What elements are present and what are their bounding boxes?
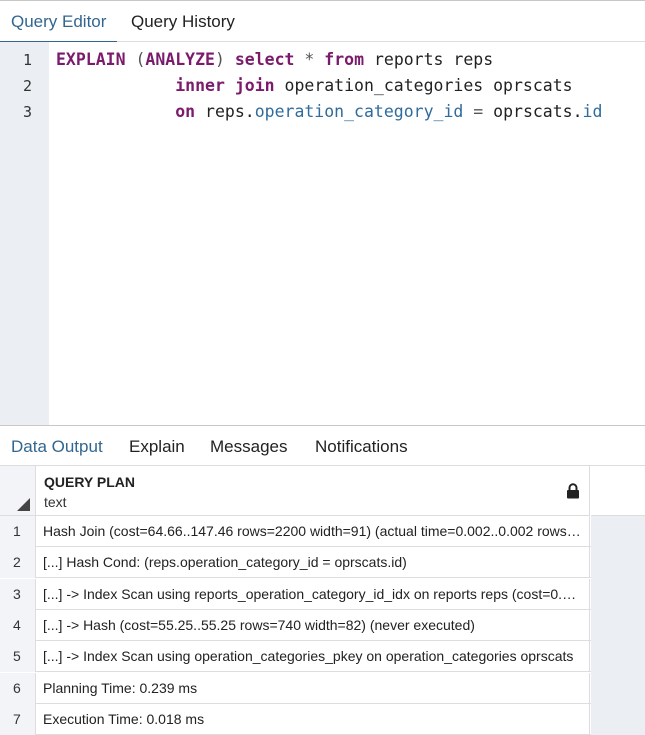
row-number[interactable]: 3 bbox=[0, 578, 36, 610]
tab-query-history[interactable]: Query History bbox=[131, 1, 235, 42]
code-token: reports reps bbox=[364, 50, 494, 69]
grid-empty-area bbox=[591, 516, 645, 735]
code-line[interactable]: EXPLAIN (ANALYZE) select * from reports … bbox=[56, 47, 493, 73]
query-plan-cell[interactable]: Execution Time: 0.018 ms bbox=[36, 703, 590, 735]
code-token: oprscats. bbox=[493, 102, 583, 121]
code-token: reps. bbox=[195, 102, 255, 121]
row-number[interactable]: 5 bbox=[0, 641, 36, 673]
code-token: ) bbox=[214, 50, 235, 69]
code-line[interactable]: inner join operation_categories oprscats bbox=[56, 73, 573, 99]
tab-data-output[interactable]: Data Output bbox=[0, 426, 114, 468]
table-row[interactable]: 7 Execution Time: 0.018 ms bbox=[0, 703, 591, 735]
query-plan-cell[interactable]: [...] -> Hash (cost=55.25..55.25 rows=74… bbox=[36, 609, 590, 641]
code-token: join bbox=[234, 76, 275, 95]
table-row[interactable]: 4 [...] -> Hash (cost=55.25..55.25 rows=7… bbox=[0, 609, 591, 641]
table-row[interactable]: 3 [...] -> Index Scan using reports_opera… bbox=[0, 578, 591, 610]
grid-header-filler bbox=[591, 466, 645, 516]
data-output-grid: QUERY PLAN text 1 Hash Join (cost=64.66..… bbox=[0, 466, 645, 735]
table-row[interactable]: 1 Hash Join (cost=64.66..147.46 rows=2200… bbox=[0, 516, 591, 547]
row-number[interactable]: 1 bbox=[0, 516, 36, 547]
code-token: operation_category_id bbox=[254, 102, 464, 121]
line-number: 3 bbox=[22, 103, 32, 121]
query-plan-cell[interactable]: [...] -> Index Scan using operation_cate… bbox=[36, 641, 590, 673]
column-header-query-plan[interactable]: QUERY PLAN text bbox=[36, 466, 590, 516]
line-number-gutter: 1 2 3 bbox=[0, 42, 49, 425]
lock-icon bbox=[567, 483, 579, 499]
column-type: text bbox=[44, 494, 67, 510]
code-token: select bbox=[234, 50, 295, 69]
editor-tab-bar: Query Editor Query History bbox=[0, 0, 645, 43]
line-number: 2 bbox=[22, 77, 32, 95]
table-row[interactable]: 5 [...] -> Index Scan using operation_cat… bbox=[0, 641, 591, 673]
tab-explain[interactable]: Explain bbox=[129, 426, 185, 467]
code-token: id bbox=[582, 102, 603, 121]
table-row[interactable]: 2 [...] Hash Cond: (reps.operation_catego… bbox=[0, 547, 591, 579]
tab-query-editor[interactable]: Query Editor bbox=[0, 1, 118, 43]
code-token: * bbox=[294, 50, 325, 69]
tab-messages[interactable]: Messages bbox=[210, 426, 287, 467]
row-number[interactable]: 6 bbox=[0, 672, 36, 704]
row-number[interactable]: 2 bbox=[0, 547, 36, 579]
query-plan-cell[interactable]: Planning Time: 0.239 ms bbox=[36, 672, 590, 704]
query-plan-cell[interactable]: [...] -> Index Scan using reports_operat… bbox=[36, 578, 590, 610]
code-token: = bbox=[463, 102, 494, 121]
column-name: QUERY PLAN bbox=[44, 474, 136, 490]
query-plan-cell[interactable]: [...] Hash Cond: (reps.operation_categor… bbox=[36, 547, 590, 579]
query-editor[interactable]: 1 2 3 EXPLAIN (ANALYZE) select * from re… bbox=[0, 42, 645, 425]
code-token: on bbox=[175, 102, 196, 121]
row-number[interactable]: 7 bbox=[0, 703, 36, 735]
tab-notifications[interactable]: Notifications bbox=[315, 426, 408, 467]
code-token: inner bbox=[175, 76, 225, 95]
code-token: EXPLAIN bbox=[56, 50, 126, 69]
table-row[interactable]: 6 Planning Time: 0.239 ms bbox=[0, 672, 591, 704]
sort-triangle-icon bbox=[17, 498, 30, 511]
code-token: ( bbox=[125, 50, 146, 69]
output-tab-bar: Data Output Explain Messages Notificatio… bbox=[0, 425, 645, 468]
code-token: from bbox=[324, 50, 365, 69]
line-number: 1 bbox=[22, 51, 32, 69]
code-line[interactable]: on reps.operation_category_id = oprscats… bbox=[56, 99, 602, 125]
code-token: operation_categories oprscats bbox=[274, 76, 573, 95]
row-number[interactable]: 4 bbox=[0, 609, 36, 641]
code-token: ANALYZE bbox=[145, 50, 215, 69]
query-plan-cell[interactable]: Hash Join (cost=64.66..147.46 rows=2200 … bbox=[36, 516, 590, 547]
grid-corner[interactable] bbox=[0, 466, 36, 516]
